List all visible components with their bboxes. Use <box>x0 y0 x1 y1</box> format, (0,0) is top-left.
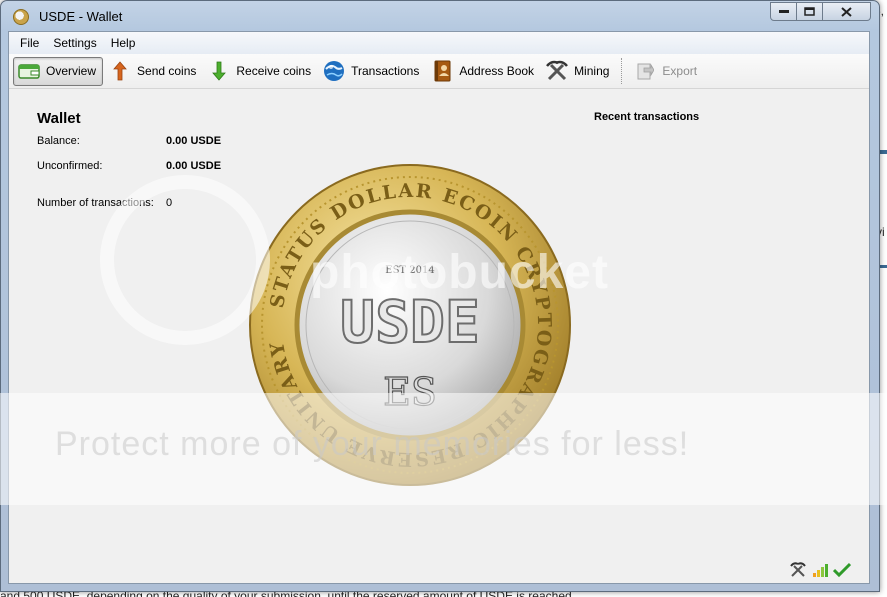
status-bar-icons <box>785 561 851 579</box>
overview-button[interactable]: Overview <box>13 56 104 86</box>
recent-transactions-heading: Recent transactions <box>594 111 700 123</box>
pickaxe-icon[interactable] <box>789 561 807 579</box>
close-button[interactable] <box>823 2 871 21</box>
watermark-tagline: Protect more of your memories for less! <box>55 425 690 463</box>
title-bar[interactable]: USDE - Wallet <box>1 1 879 31</box>
transactions-button[interactable]: Transactions <box>319 57 425 86</box>
connection-bars-icon[interactable] <box>811 561 829 579</box>
close-icon <box>841 6 852 17</box>
app-coin-icon <box>13 9 29 25</box>
unconfirmed-label: Unconfirmed: <box>37 160 103 172</box>
menu-file[interactable]: File <box>13 34 46 52</box>
checkmark-icon[interactable] <box>833 561 851 579</box>
minimize-icon <box>778 9 789 13</box>
minimize-button[interactable] <box>770 2 797 21</box>
watermark-brand: photobucket <box>310 246 609 299</box>
watermark-logo <box>100 175 270 345</box>
toolbar-separator <box>621 58 623 84</box>
globe-icon <box>323 60 345 82</box>
export-label: Export <box>662 64 698 78</box>
send-coins-label: Send coins <box>137 64 197 78</box>
overview-label: Overview <box>46 64 97 78</box>
transactions-label: Transactions <box>351 64 420 78</box>
address-book-button[interactable]: Address Book <box>427 57 540 86</box>
balance-label: Balance: <box>37 135 80 147</box>
pickaxe-icon <box>546 60 569 82</box>
mining-button[interactable]: Mining <box>542 57 615 86</box>
menu-settings[interactable]: Settings <box>46 34 103 52</box>
overview-page: Wallet Balance: 0.00 USDE Unconfirmed: 0… <box>9 90 869 585</box>
screen: 6, 54 nc vi e ab ea le in t oi U and 500… <box>0 0 887 597</box>
balance-value: 0.00 USDE <box>166 135 222 147</box>
window-controls <box>770 2 871 22</box>
receive-coins-button[interactable]: Receive coins <box>204 57 317 86</box>
address-book-label: Address Book <box>459 64 535 78</box>
receive-coins-label: Receive coins <box>236 64 312 78</box>
arrow-up-icon <box>109 60 131 82</box>
window-title: USDE - Wallet <box>39 9 123 24</box>
menu-bar: File Settings Help <box>9 32 869 54</box>
arrow-down-icon <box>208 60 230 82</box>
export-icon <box>634 60 656 82</box>
toolbar: Overview Send coins Receive coins Transa… <box>9 54 869 89</box>
send-coins-button[interactable]: Send coins <box>105 57 202 86</box>
maximize-icon <box>804 7 815 16</box>
wallet-heading: Wallet <box>37 110 81 127</box>
book-icon <box>431 60 453 82</box>
mining-label: Mining <box>574 64 610 78</box>
wallet-icon <box>18 60 40 82</box>
export-button[interactable]: Export <box>630 57 703 86</box>
unconfirmed-value: 0.00 USDE <box>166 160 222 172</box>
menu-help[interactable]: Help <box>104 34 143 52</box>
maximize-button[interactable] <box>797 2 823 21</box>
